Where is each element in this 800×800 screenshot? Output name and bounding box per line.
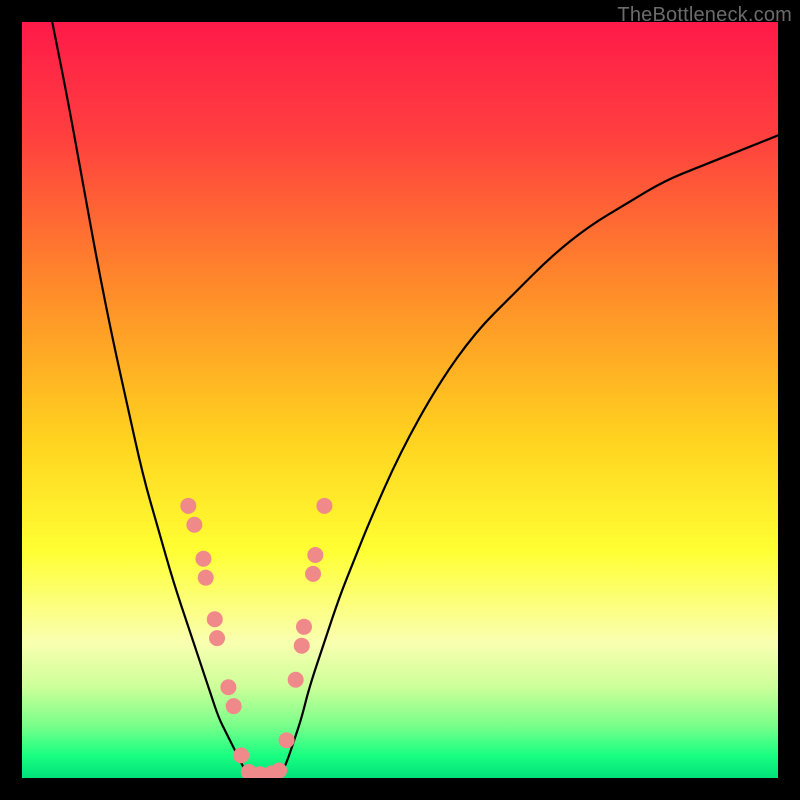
highlight-dot [294,638,310,654]
highlight-dot [226,698,242,714]
highlight-dot [271,762,287,778]
highlight-dot [233,747,249,763]
watermark-label: TheBottleneck.com [617,4,792,27]
highlight-dot [288,672,304,688]
highlight-dot [279,732,295,748]
highlight-dot [195,551,211,567]
highlight-dot [307,547,323,563]
highlight-dot [296,619,312,635]
highlight-dot [186,517,202,533]
highlight-dot [316,498,332,514]
bottleneck-chart [22,22,778,778]
highlight-dot [209,630,225,646]
chart-frame [22,22,778,778]
highlight-dot [198,570,214,586]
highlight-dot [305,566,321,582]
highlight-dot [220,679,236,695]
gradient-background [22,22,778,778]
highlight-dot [207,611,223,627]
highlight-dot [180,498,196,514]
